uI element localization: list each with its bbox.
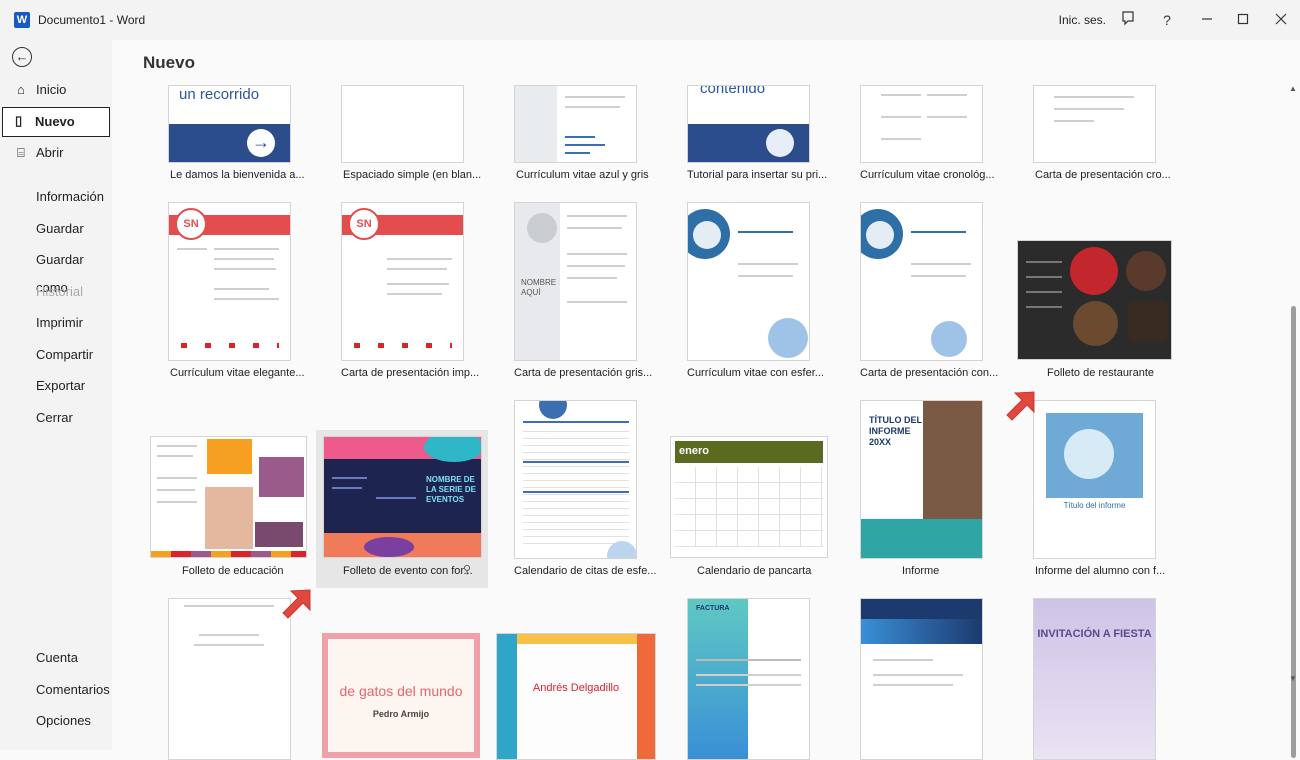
folder-open-icon: ⌸ (17, 145, 25, 160)
sidebar-item-label: Guardar (36, 221, 84, 236)
sidebar-item-cerrar[interactable]: Cerrar (3, 404, 109, 432)
scroll-down-icon[interactable]: ▼ (1289, 674, 1297, 683)
sidebar-item-label: Nuevo (35, 114, 75, 129)
sidebar-item-opciones[interactable]: Opciones (3, 707, 109, 735)
sidebar-item-label: Cuenta (36, 650, 78, 665)
sidebar-item-historial: Historial (3, 278, 109, 306)
back-arrow-icon[interactable]: ← (12, 47, 32, 67)
backstage-sidebar: ← ⌂ Inicio ▯ Nuevo ⌸ Abrir Información G… (0, 40, 112, 750)
close-icon[interactable] (1271, 10, 1291, 30)
sidebar-item-label: Comentarios (36, 682, 110, 697)
sidebar-item-guardar[interactable]: Guardar (3, 215, 109, 243)
sidebar-item-label: Historial (36, 284, 83, 299)
sign-in-button[interactable]: Inic. ses. (1059, 0, 1106, 40)
feedback-icon[interactable] (1118, 10, 1138, 30)
sidebar-item-label: Abrir (36, 145, 64, 160)
scroll-up-icon[interactable]: ▲ (1289, 84, 1297, 93)
sidebar-item-label: Imprimir (36, 315, 83, 330)
sidebar-item-label: Inicio (36, 82, 67, 97)
new-document-icon: ▯ (15, 113, 23, 128)
sidebar-item-inicio[interactable]: ⌂ Inicio (3, 76, 109, 104)
sidebar-item-imprimir[interactable]: Imprimir (3, 309, 109, 337)
sidebar-item-abrir[interactable]: ⌸ Abrir (3, 139, 109, 167)
vertical-scrollbar[interactable]: ▲ ▼ (1288, 84, 1298, 758)
sidebar-item-guardar-como[interactable]: Guardar como (3, 246, 109, 295)
sidebar-item-label: Información (36, 189, 104, 204)
page-title: Nuevo (143, 53, 195, 72)
sidebar-item-label: Exportar (36, 378, 86, 393)
title-bar: W Documento1 - Word Inic. ses. ? (0, 0, 1300, 40)
scroll-thumb[interactable] (1291, 306, 1296, 758)
sidebar-item-label: Opciones (36, 713, 91, 728)
maximize-icon[interactable] (1233, 10, 1253, 30)
new-document-panel: Nuevo (112, 40, 1288, 750)
sidebar-item-comentarios[interactable]: Comentarios (3, 676, 110, 704)
sidebar-item-label: Compartir (36, 347, 94, 362)
help-button[interactable]: ? (1157, 10, 1177, 30)
document-title: Documento1 - Word (38, 13, 146, 27)
home-icon: ⌂ (17, 82, 25, 97)
sidebar-item-cuenta[interactable]: Cuenta (3, 644, 109, 672)
sidebar-item-exportar[interactable]: Exportar (3, 372, 109, 400)
sidebar-item-nuevo[interactable]: ▯ Nuevo (2, 107, 110, 137)
word-icon: W (14, 12, 30, 28)
sidebar-item-compartir[interactable]: Compartir (3, 341, 109, 369)
minimize-icon[interactable] (1197, 10, 1217, 30)
sidebar-item-informacion[interactable]: Información (3, 183, 109, 211)
sidebar-item-label: Cerrar (36, 410, 73, 425)
